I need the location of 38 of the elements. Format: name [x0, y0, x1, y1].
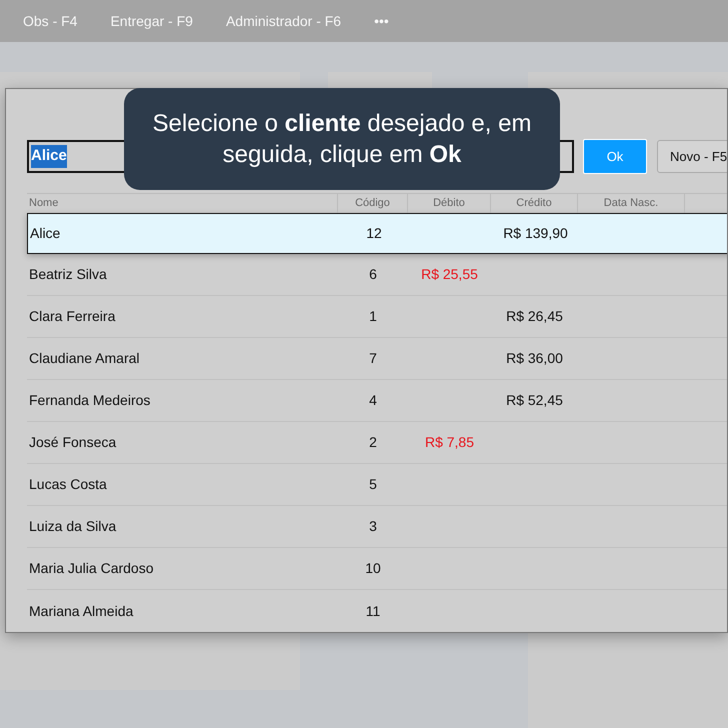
- table-row[interactable]: Mariana Almeida 11: [27, 590, 727, 632]
- table-row[interactable]: Maria Julia Cardoso 10: [27, 548, 727, 590]
- table-cell-text: José Fonseca: [29, 433, 116, 452]
- table-cell-text: Alice: [30, 224, 60, 243]
- table-cell-text: 5: [369, 475, 377, 494]
- table-cell-text: R$ 7,85: [424, 433, 474, 452]
- table-cell-text: Maria Julia Cardoso: [29, 559, 154, 578]
- table-row[interactable]: Beatriz Silva 6 R$ 25,55: [27, 254, 727, 296]
- table-cell-text: R$ 26,45: [506, 307, 563, 326]
- table-cell-text: 6: [369, 265, 377, 284]
- table-cell-text: Luiza da Silva: [29, 517, 116, 536]
- table-cell-text: 3: [369, 517, 377, 536]
- selected-row[interactable]: Alice 12 R$ 139,90: [27, 213, 727, 254]
- table-row[interactable]: Fernanda Medeiros 4 R$ 52,45: [27, 380, 727, 422]
- table-cell-text: 2: [369, 433, 377, 452]
- table-row[interactable]: Clara Ferreira 1 R$ 26,45: [27, 296, 727, 338]
- table-cell-text: R$ 52,45: [506, 391, 563, 410]
- table-row[interactable]: Lucas Costa 5: [27, 464, 727, 506]
- table-row[interactable]: Luiza da Silva 3: [27, 506, 727, 548]
- table-cell-text: R$ 25,55: [421, 265, 478, 284]
- tooltip-text: Selecione o cliente desejado e, em seguida, clique em Ok: [152, 108, 532, 170]
- table-cell-text: 10: [365, 559, 381, 578]
- table-row[interactable]: José Fonseca 2 R$ 7,85: [27, 422, 727, 464]
- table-cell-text: Mariana Almeida: [29, 602, 134, 620]
- new-button[interactable]: Novo - F5: [657, 140, 727, 173]
- table-cell-text: Fernanda Medeiros: [29, 391, 150, 410]
- table-cell-text: 1: [369, 307, 377, 326]
- table-cell-text: 7: [369, 349, 377, 368]
- table-cell-text: 4: [369, 391, 377, 410]
- table-cell-text: Beatriz Silva: [29, 265, 107, 284]
- table-cell-text: Clara Ferreira: [29, 307, 116, 326]
- table-cell-text: Lucas Costa: [29, 475, 107, 494]
- table-cell-text: R$ 139,90: [503, 224, 568, 243]
- table-cell-text: Claudiane Amaral: [29, 349, 140, 368]
- table-cell-text: R$ 36,00: [506, 349, 563, 368]
- table-cell-text: 11: [366, 602, 380, 620]
- table-row[interactable]: Claudiane Amaral 7 R$ 36,00: [27, 338, 727, 380]
- table-cell-text: 12: [366, 224, 382, 243]
